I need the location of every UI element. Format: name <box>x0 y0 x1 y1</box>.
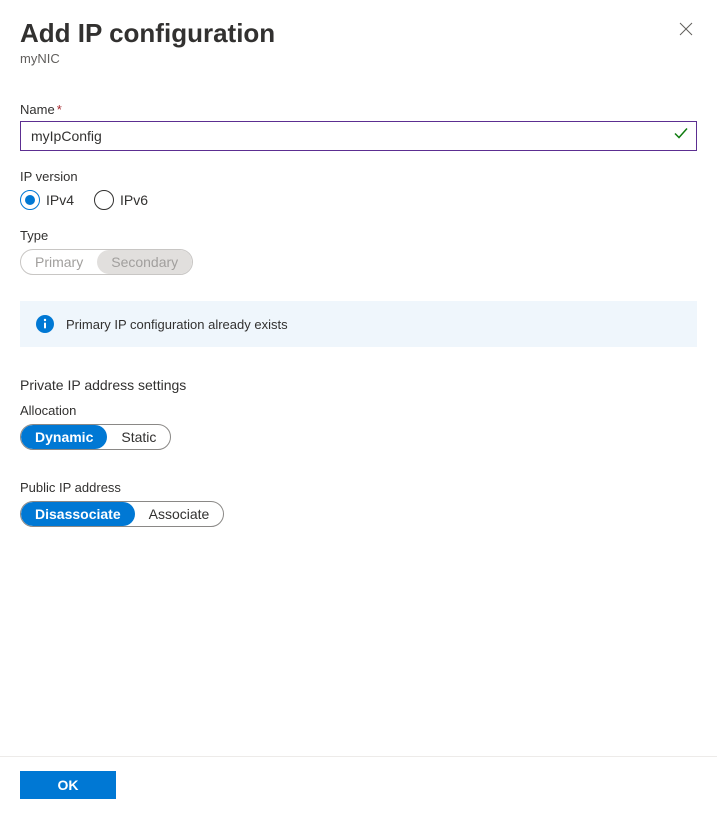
private-ip-settings-heading: Private IP address settings <box>20 377 697 393</box>
type-label: Type <box>20 228 697 243</box>
name-input[interactable] <box>20 121 697 151</box>
close-icon <box>679 22 693 36</box>
ipv6-label: IPv6 <box>120 192 148 208</box>
ok-button[interactable]: OK <box>20 771 116 799</box>
ipv4-label: IPv4 <box>46 192 74 208</box>
close-button[interactable] <box>675 18 697 45</box>
public-ip-label: Public IP address <box>20 480 697 495</box>
radio-icon <box>20 190 40 210</box>
name-label-text: Name <box>20 102 55 117</box>
allocation-dynamic-option[interactable]: Dynamic <box>21 425 107 449</box>
info-message: Primary IP configuration already exists <box>66 317 288 332</box>
panel-title: Add IP configuration <box>20 18 275 49</box>
type-secondary-option: Secondary <box>97 250 192 274</box>
name-label: Name* <box>20 102 697 117</box>
info-banner: Primary IP configuration already exists <box>20 301 697 347</box>
allocation-label: Allocation <box>20 403 697 418</box>
type-primary-option: Primary <box>21 250 97 274</box>
ip-version-ipv4-radio[interactable]: IPv4 <box>20 190 74 210</box>
info-icon <box>36 315 54 333</box>
checkmark-icon <box>673 126 689 147</box>
panel-subtitle: myNIC <box>20 51 275 66</box>
ip-version-ipv6-radio[interactable]: IPv6 <box>94 190 148 210</box>
radio-icon <box>94 190 114 210</box>
ip-version-label: IP version <box>20 169 697 184</box>
allocation-static-option[interactable]: Static <box>107 425 170 449</box>
required-indicator: * <box>57 102 62 117</box>
public-ip-disassociate-option[interactable]: Disassociate <box>21 502 135 526</box>
public-ip-associate-option[interactable]: Associate <box>135 502 224 526</box>
